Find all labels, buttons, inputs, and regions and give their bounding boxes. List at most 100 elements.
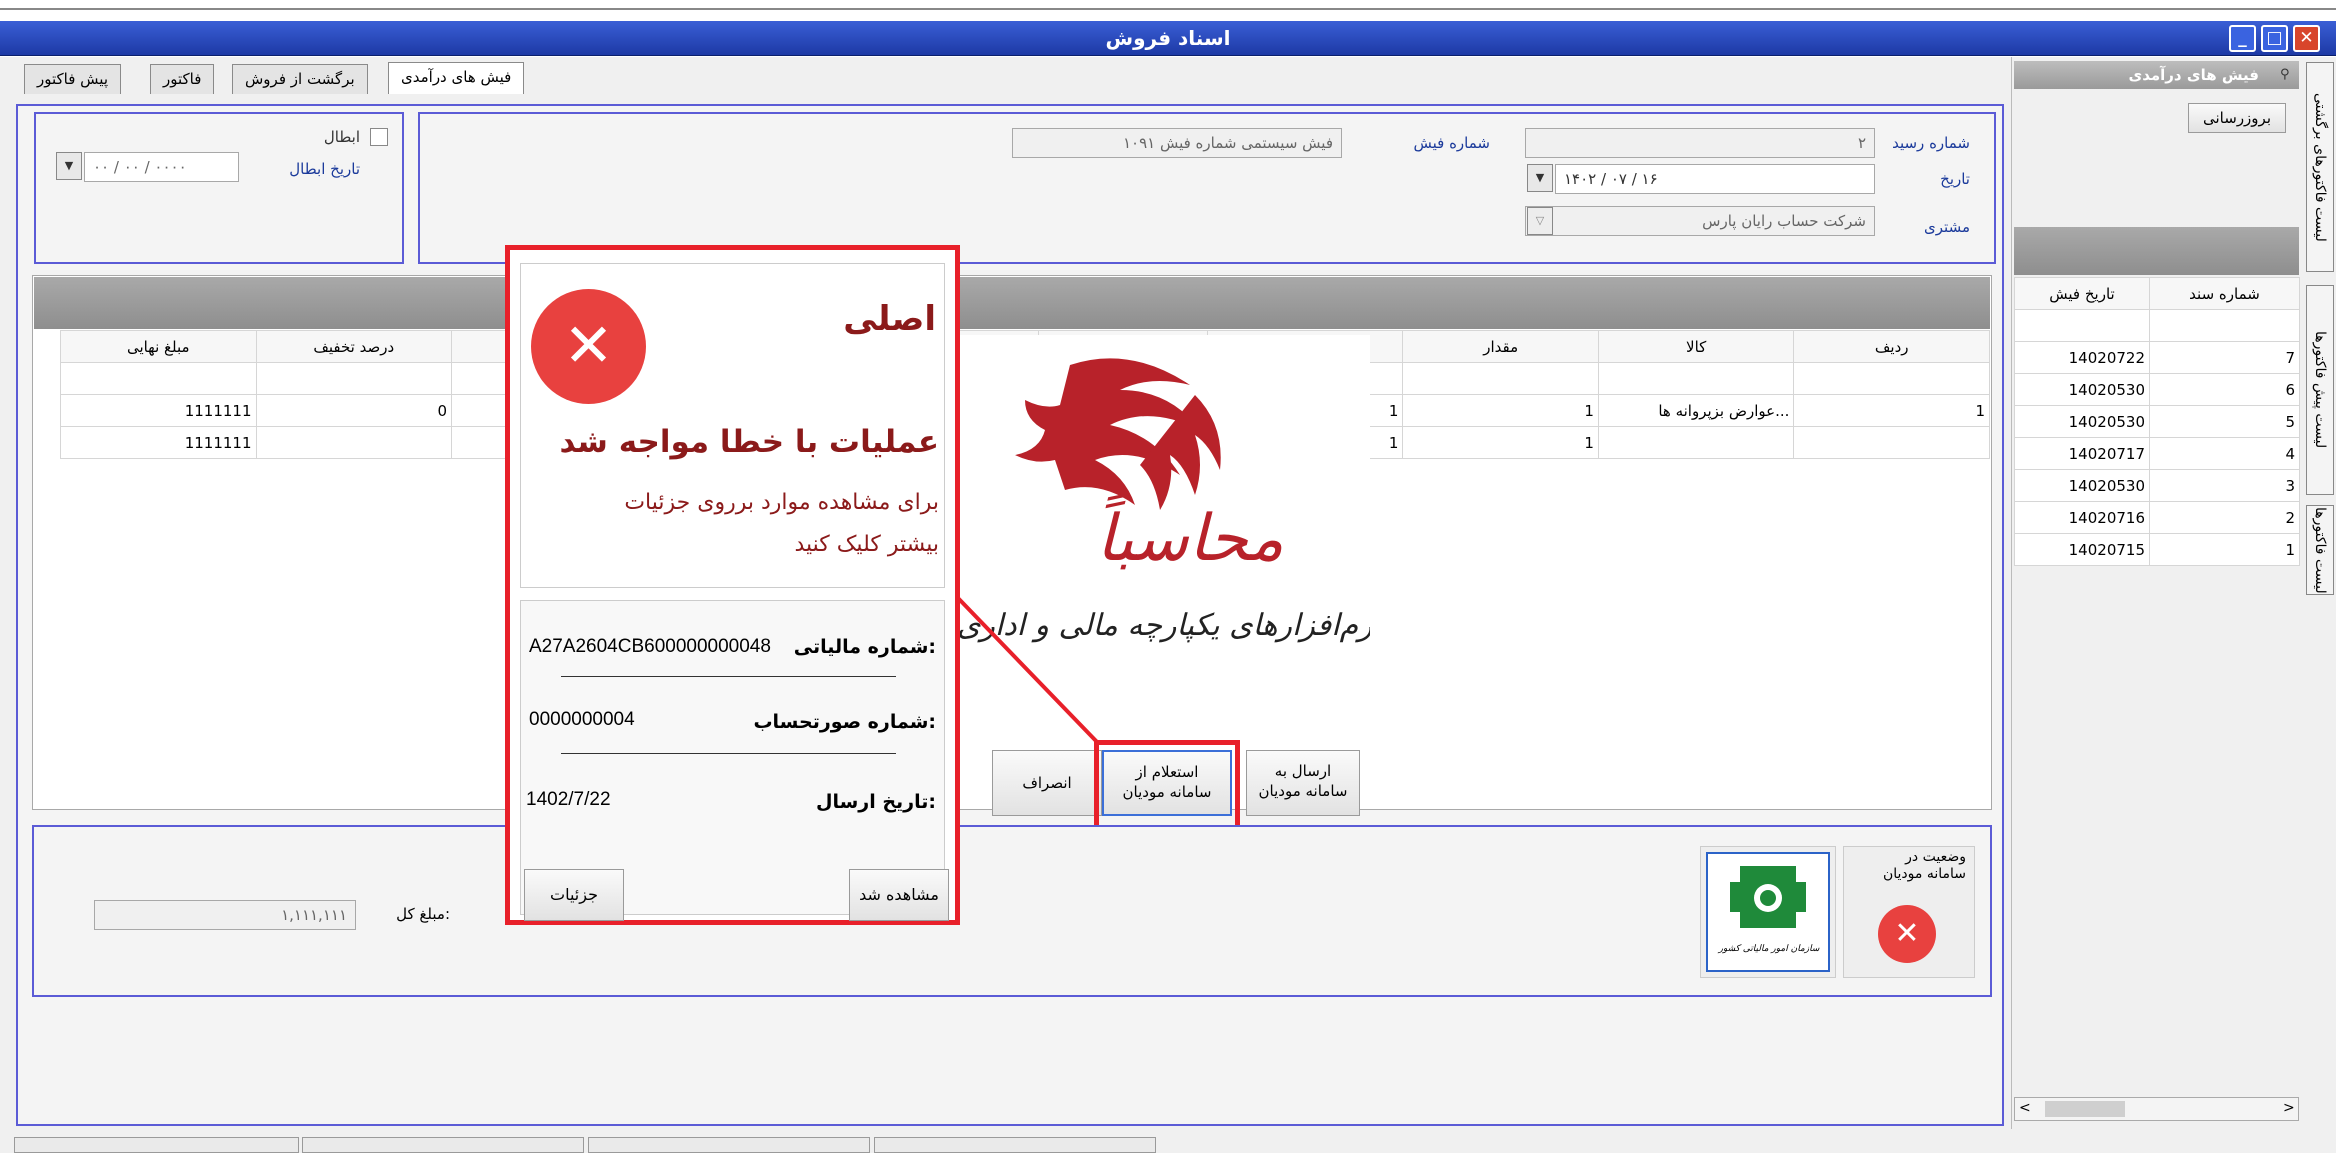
cancel-date-field[interactable]: ۰۰ / ۰۰ / ۰۰۰۰ [84,152,239,182]
customer-label: مشتری [1924,218,1970,236]
col-final-amount[interactable]: مبلغ نهایی [60,330,257,363]
divider-1 [561,676,896,677]
status-error-icon: ✕ [1878,905,1936,963]
receipt-row[interactable]: 14020716 2 [2014,501,2300,534]
status-pane-1 [14,1137,299,1153]
invoice-number-value: 0000000004 [529,709,635,730]
status-pane-3 [588,1137,870,1153]
date-label: تاریخ [1940,170,1970,188]
status-label: وضعیت در سامانه مودیان [1882,849,1966,882]
seen-button[interactable]: مشاهده شد [849,869,949,921]
scrollbar-thumb[interactable] [2045,1101,2125,1117]
total-final-amount: 1111111 [60,426,257,459]
refresh-button[interactable]: بروزرسانی [2188,103,2286,133]
scroll-left-icon[interactable]: < [2019,1100,2031,1116]
logo-wordmark: محاسباً [1096,493,1284,576]
receipt-row[interactable]: 14020530 5 [2014,405,2300,438]
tax-org-frame: سازمان امور مالیاتی کشور [1706,852,1830,972]
receipt-date-cell: 14020717 [2014,437,2150,470]
cancel-date-dropdown-icon[interactable]: ▼ [56,152,82,180]
send-date-value: 1402/7/22 [526,789,611,810]
divider-2 [561,753,896,754]
receipt-row[interactable]: 14020715 1 [2014,533,2300,566]
pin-icon[interactable]: ⚲ [2280,67,2290,82]
fish-number-field: فیش سیستمی شماره فیش ۱۰۹۱ [1012,128,1342,158]
send-date-label: تاریخ ارسال: [815,791,936,813]
col-doc-number[interactable]: شماره سند [2149,277,2300,310]
dialog-top-section: ✕ اصلی عملیات با خطا مواجه شد برای مشاهد… [520,263,945,588]
customer-dropdown-icon[interactable]: ▽ [1527,207,1553,235]
cell-discount: 0 [255,394,452,427]
cancel-date-label: تاریخ ابطال [289,160,360,178]
col-discount-percent[interactable]: درصد تخفیف [255,330,452,363]
col-row[interactable]: ردیف [1793,330,1990,363]
col-qty[interactable]: مقدار [1402,330,1599,363]
top-rule [0,8,2336,10]
total-label: مبلغ کل: [396,905,450,923]
inquire-button[interactable]: استعلام از سامانه مودیان [1102,750,1232,816]
tab-income-receipts[interactable]: فیش های درآمدی [388,62,525,94]
callout-connector [955,595,1100,745]
close-button[interactable]: ✕ [2293,25,2320,52]
status-pane-4 [874,1137,1156,1153]
tax-number-label: شماره مالیاتی: [793,636,936,658]
date-dropdown-icon[interactable]: ▼ [1527,164,1553,192]
total-qty: 1 [1402,426,1599,459]
status-pane-2 [302,1137,584,1153]
window-title: اسناد فروش [1105,26,1231,50]
receipt-date-cell: 14020530 [2014,373,2150,406]
receipt-row[interactable]: 14020530 3 [2014,469,2300,502]
dialog-details-section: شماره مالیاتی: A27A2604CB600000000048 شم… [520,600,949,921]
side-tab-pre-invoices[interactable]: لیست پیش فاکتورها [2306,285,2334,495]
cancel-checkbox[interactable] [370,128,388,146]
receipts-grid: تاریخ فیش شماره سند 14020722 7 14020530 6 14… [2014,277,2300,566]
customer-field[interactable]: شرکت حساب رایان پارس [1525,206,1875,236]
cell-final-amount: 1111111 [60,394,257,427]
receipt-row[interactable]: 14020530 6 [2014,373,2300,406]
tax-org-caption: سازمان امور مالیاتی کشور [1718,944,1820,954]
error-icon: ✕ [531,289,646,404]
right-grid-group-header [2014,227,2299,275]
tab-pre-invoice[interactable]: پیش فاکتور [24,64,121,94]
invoice-number-label: شماره صورتحساب: [753,711,936,733]
right-panel-title: فیش های درآمدی [2014,61,2299,89]
error-dialog: ✕ اصلی عملیات با خطا مواجه شد برای مشاهد… [505,245,960,925]
grid-group-header [34,277,1990,329]
total-field: ۱,۱۱۱,۱۱۱ [94,900,356,930]
cancel-label: ابطال [323,128,360,146]
side-tab-invoices[interactable]: لیست فاکتورها [2306,505,2334,595]
receipt-number-field[interactable]: ۲ [1525,128,1875,158]
receipt-date-cell: 14020530 [2014,405,2150,438]
horizontal-scrollbar[interactable]: < > [2014,1097,2299,1121]
doc-number-cell: 4 [2149,437,2300,470]
side-tab-return-invoices[interactable]: لیست فاکتورهای برگشتی [2306,62,2334,272]
tab-sales-return[interactable]: برگشت از فروش [232,64,368,94]
right-panel: فیش های درآمدی ⚲ بروزرسانی تاریخ فیش شما… [2011,57,2301,1129]
tax-number-value: A27A2604CB600000000048 [529,636,771,657]
tax-org-logo-box: سازمان امور مالیاتی کشور [1700,846,1836,978]
minimize-button[interactable]: _ [2229,25,2256,52]
fish-number-label: شماره فیش [1413,134,1490,152]
receipt-number-label: شماره رسید [1892,134,1970,152]
doc-number-cell: 3 [2149,469,2300,502]
cancel-button[interactable]: انصراف [992,750,1102,816]
scroll-right-icon[interactable]: > [2283,1100,2295,1116]
receipt-row[interactable]: 14020717 4 [2014,437,2300,470]
doc-number-cell: 5 [2149,405,2300,438]
status-box: وضعیت در سامانه مودیان ✕ [1843,846,1975,978]
cell-item: عوارض بزپروانه ها... [1597,394,1795,427]
receipts-filter-row [2014,309,2300,342]
date-field[interactable]: ۱۴۰۲ / ۰۷ / ۱۶ [1555,164,1875,194]
doc-number-cell: 2 [2149,501,2300,534]
receipt-row[interactable]: 14020722 7 [2014,341,2300,374]
send-button[interactable]: ارسال به سامانه مودیان [1246,750,1360,816]
title-bar: اسناد فروش _ □ ✕ [0,21,2336,56]
details-button[interactable]: جزئیات [524,869,624,921]
col-receipt-date[interactable]: تاریخ فیش [2014,277,2150,310]
col-item[interactable]: کالا [1597,330,1795,363]
cell-qty: 1 [1402,394,1599,427]
tab-invoice[interactable]: فاکتور [150,64,215,94]
maximize-button[interactable]: □ [2261,25,2288,52]
receipt-date-cell: 14020722 [2014,341,2150,374]
receipt-date-cell: 14020716 [2014,501,2150,534]
